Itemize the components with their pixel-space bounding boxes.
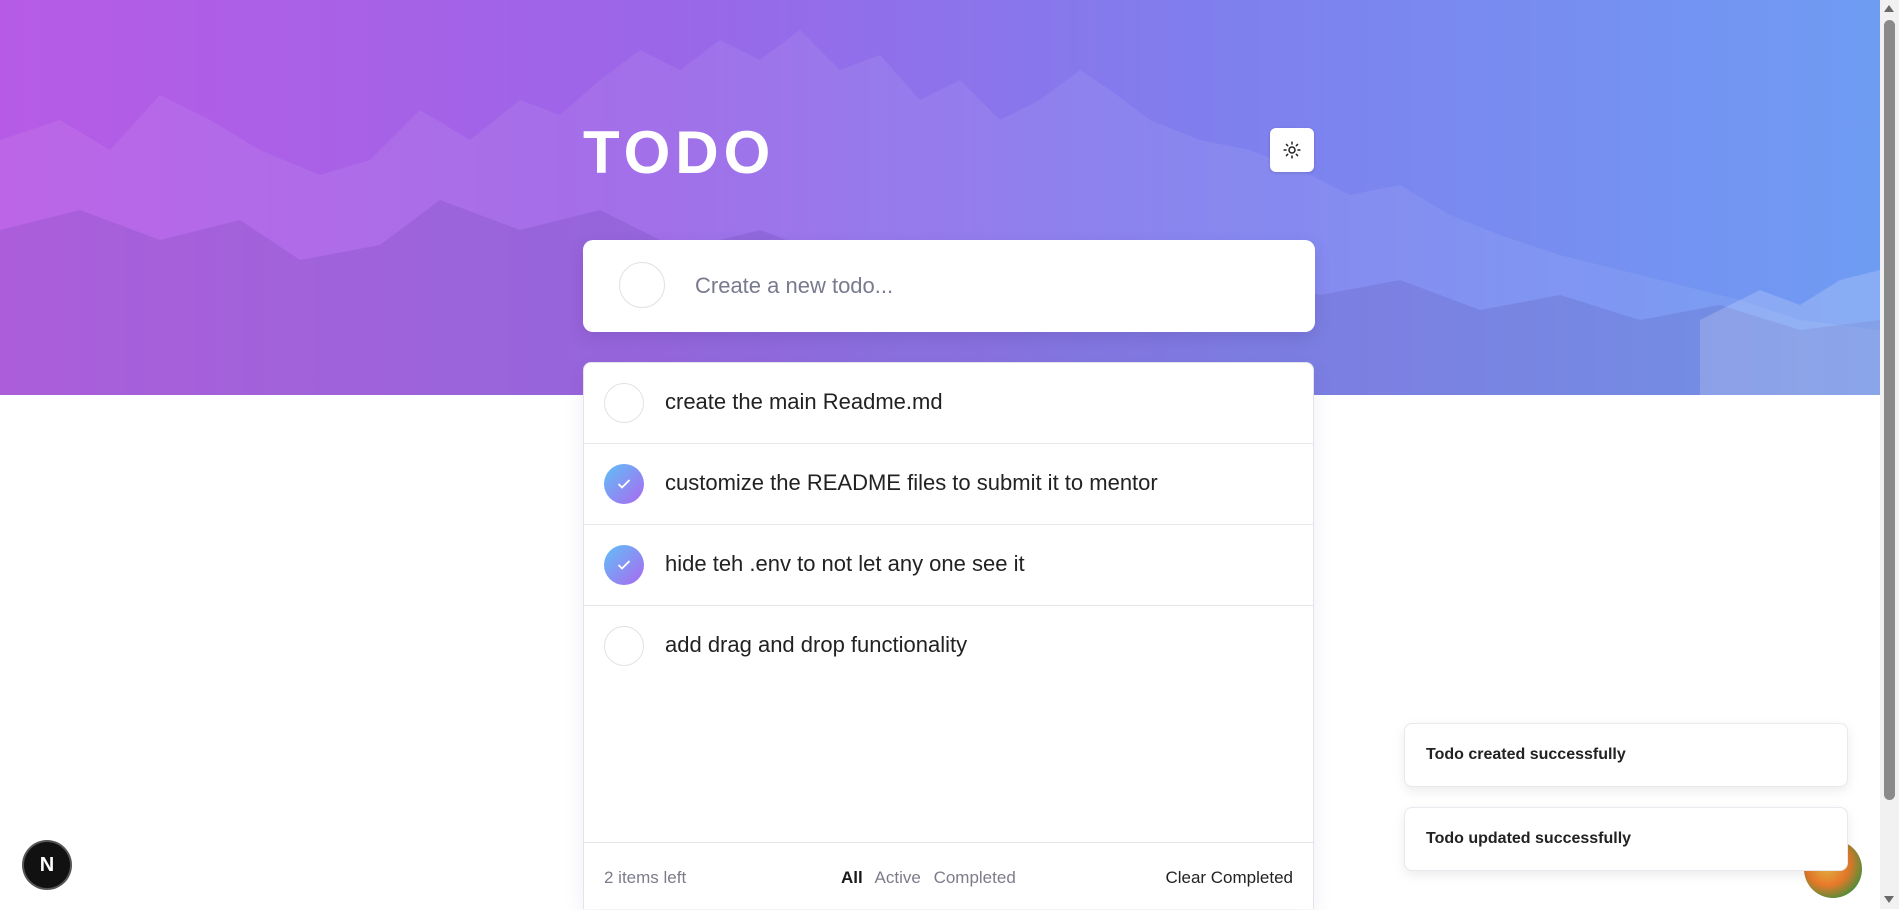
todo-checkbox[interactable] [604,383,644,423]
mountain-background [0,30,1880,395]
scrollbar-thumb[interactable] [1884,20,1895,800]
todo-item[interactable]: create the main Readme.md [584,363,1313,444]
app-title: TODO [583,119,776,186]
hero-banner [0,0,1880,395]
todo-text: create the main Readme.md [665,389,943,414]
nextjs-icon: N [39,853,55,876]
items-left-count: 2 items left [604,868,687,887]
create-todo-checkbox[interactable] [619,262,665,308]
todo-checkbox[interactable] [604,464,644,504]
sun-icon [1283,141,1301,159]
theme-toggle-button[interactable] [1270,128,1314,172]
vertical-scrollbar[interactable] [1880,0,1899,909]
todo-text: add drag and drop functionality [665,632,968,657]
scroll-up-arrow-icon[interactable] [1884,5,1894,12]
todo-text: hide teh .env to not let any one see it [665,551,1025,576]
scroll-down-arrow-icon[interactable] [1884,896,1894,903]
filter-all[interactable]: All [841,868,863,887]
toast-message: Todo updated successfully [1426,830,1632,847]
filter-active[interactable]: Active [875,868,921,887]
nextjs-dev-badge[interactable]: N [24,842,70,888]
toast-message: Todo created successfully [1426,746,1626,763]
todo-checkbox[interactable] [604,545,644,585]
clear-completed-button[interactable]: Clear Completed [1165,868,1293,888]
create-todo-box [583,240,1315,332]
toast-notification: Todo created successfully [1404,723,1848,787]
todo-item[interactable]: customize the README files to submit it … [584,444,1313,525]
filter-completed[interactable]: Completed [934,868,1016,887]
todo-item[interactable]: hide teh .env to not let any one see it [584,525,1313,606]
todo-item[interactable]: add drag and drop functionality [584,606,1313,687]
todo-checkbox[interactable] [604,626,644,666]
toast-notification: Todo updated successfully [1404,807,1848,871]
check-icon [617,560,631,570]
todo-list: create the main Readme.md customize the … [583,362,1314,909]
create-todo-input[interactable] [693,264,1277,308]
todo-footer: 2 items left All Active Completed Clear … [584,842,1313,910]
filter-group: All Active Completed [841,868,1024,888]
todo-text: customize the README files to submit it … [665,470,1158,495]
check-icon [617,479,631,489]
